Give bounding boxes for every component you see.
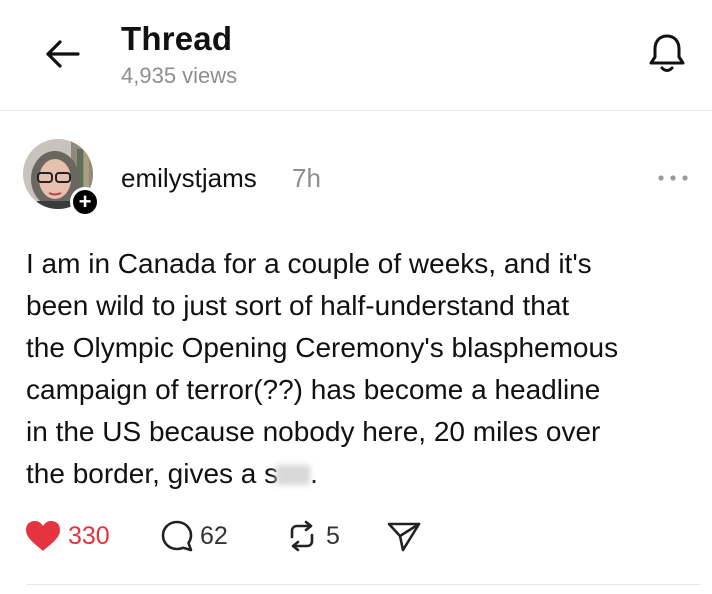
post-time: 7h (292, 163, 321, 193)
repost-icon (290, 520, 314, 552)
share-button[interactable] (386, 516, 422, 556)
reply-button[interactable]: 62 (160, 516, 228, 556)
post-text: I am in Canada for a couple of weeks, an… (26, 243, 686, 495)
more-options-button[interactable] (655, 171, 691, 185)
page-title: Thread (121, 20, 233, 57)
avatar[interactable]: + (23, 139, 101, 219)
censored-text (276, 465, 311, 485)
like-button[interactable]: 330 (24, 516, 110, 556)
view-count: 4,935 views (121, 63, 238, 88)
back-button[interactable] (40, 34, 84, 74)
like-count: 330 (68, 521, 110, 550)
reply-icon (161, 520, 193, 552)
post-text-tail: . (310, 458, 318, 489)
repost-count: 5 (326, 521, 340, 550)
bell-icon (649, 34, 685, 72)
divider (26, 584, 700, 585)
action-bar: 330 62 5 (0, 516, 712, 556)
username[interactable]: emilystjams (121, 163, 257, 194)
reply-count: 62 (200, 521, 228, 550)
thread-post: + emilystjams 7h I am in Canada for a co… (0, 111, 712, 581)
heart-icon (26, 521, 60, 551)
post-text-content: I am in Canada for a couple of weeks, an… (26, 248, 619, 489)
thread-header: Thread 4,935 views (0, 0, 712, 111)
more-icon (658, 175, 688, 181)
repost-button[interactable]: 5 (284, 516, 340, 556)
share-icon (387, 522, 421, 552)
follow-button[interactable]: + (70, 187, 100, 217)
back-arrow-icon (46, 40, 80, 68)
notifications-button[interactable] (645, 30, 689, 78)
